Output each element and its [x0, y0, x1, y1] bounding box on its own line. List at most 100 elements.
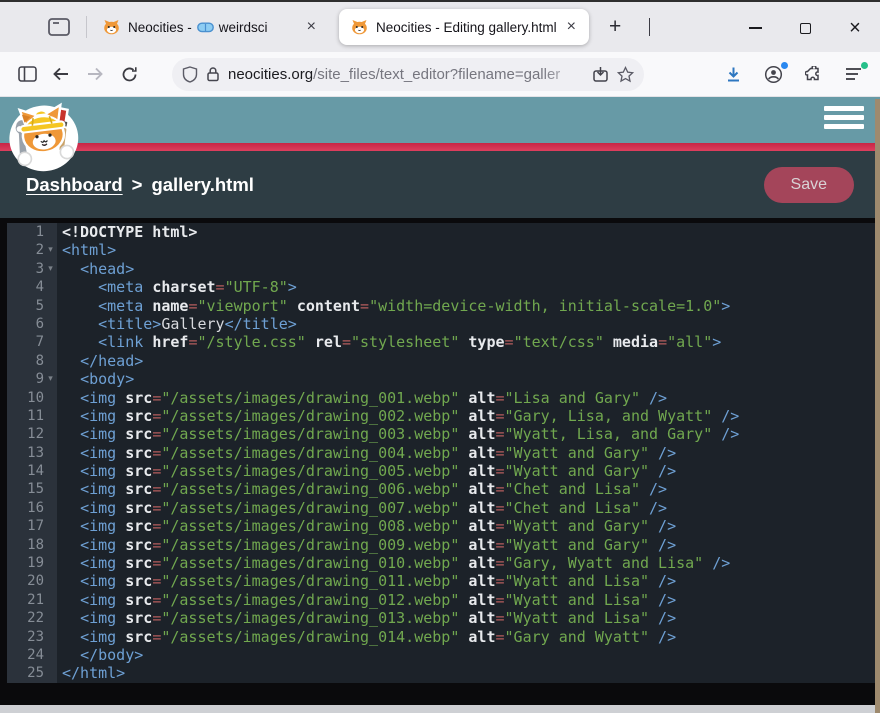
fold-arrow-icon[interactable]: ▾ [44, 370, 57, 388]
update-dot [861, 62, 868, 69]
tab-title: Neocities - Editing gallery.html [376, 20, 556, 35]
minimize-button[interactable] [730, 2, 780, 54]
code-editor[interactable]: 1 2 ▾ 3 ▾ 4 5 6 7 8 9 ▾ 10 11 12 13 14 15 16 17 18 19 20 21 22 23… [0, 218, 880, 705]
tab-divider [86, 16, 87, 38]
horizontal-scrollbar[interactable] [0, 705, 880, 713]
code-line[interactable]: </body> [62, 646, 880, 664]
line-number: 15 [27, 481, 44, 498]
extensions-button[interactable] [796, 59, 830, 89]
codemirror[interactable]: 1 2 ▾ 3 ▾ 4 5 6 7 8 9 ▾ 10 11 12 13 14 15 16 17 18 19 20 21 22 23… [7, 223, 880, 683]
gutter-row: 18 [7, 536, 57, 554]
app-menu-button[interactable] [836, 59, 870, 89]
url-text[interactable]: neocities.org /site_files/text_editor?fi… [228, 65, 584, 83]
code-line[interactable]: <img src="/assets/images/drawing_003.web… [62, 425, 880, 443]
gutter-row: 17 [7, 517, 57, 535]
gutter-row: 24 [7, 646, 57, 664]
code-lines[interactable]: <!DOCTYPE html> <html> <head> <meta chars… [57, 223, 880, 683]
code-line[interactable]: <img src="/assets/images/drawing_013.web… [62, 609, 880, 627]
gutter-row: 12 [7, 425, 57, 443]
gutter-row: 20 [7, 572, 57, 590]
code-line[interactable]: <body> [62, 370, 880, 388]
url-bar[interactable]: neocities.org /site_files/text_editor?fi… [172, 57, 644, 91]
code-line[interactable]: <img src="/assets/images/drawing_011.web… [62, 572, 880, 590]
gutter-row: 3 ▾ [7, 260, 57, 278]
code-line[interactable]: <img src="/assets/images/drawing_004.web… [62, 444, 880, 462]
hamburger-bar [824, 115, 864, 120]
line-number: 12 [27, 426, 44, 443]
close-button[interactable]: × [830, 2, 880, 54]
tab-close-icon[interactable]: × [304, 19, 319, 35]
hamburger-bar [824, 124, 864, 129]
code-line[interactable]: </html> [62, 664, 880, 682]
line-number: 24 [27, 646, 44, 663]
gutter-row: 23 [7, 628, 57, 646]
code-line[interactable]: <img src="/assets/images/drawing_010.web… [62, 554, 880, 572]
account-button[interactable] [756, 59, 790, 89]
tab-title: Neocities - weirdsci [128, 20, 296, 35]
code-line[interactable]: <img src="/assets/images/drawing_005.web… [62, 462, 880, 480]
save-page-icon[interactable] [592, 66, 609, 83]
line-number: 10 [27, 389, 44, 406]
code-line[interactable]: <img src="/assets/images/drawing_007.web… [62, 499, 880, 517]
code-line[interactable]: <head> [62, 260, 880, 278]
tab-weirdsci[interactable]: Neocities - weirdsci × [91, 9, 329, 45]
line-number: 21 [27, 591, 44, 608]
code-line[interactable]: <img src="/assets/images/drawing_008.web… [62, 517, 880, 535]
window-controls: × [730, 2, 880, 54]
code-line[interactable]: <img src="/assets/images/drawing_001.web… [62, 389, 880, 407]
site-menu-button[interactable] [824, 106, 864, 129]
new-tab-button[interactable]: + [603, 15, 627, 39]
firefox-view-button[interactable] [42, 10, 76, 44]
puzzle-icon [804, 65, 819, 80]
reload-button[interactable] [112, 59, 146, 89]
vertical-scrollbar[interactable] [875, 99, 880, 713]
code-line[interactable]: <html> [62, 241, 880, 259]
save-button[interactable]: Save [763, 166, 854, 203]
line-number: 3 [35, 260, 44, 277]
line-number: 17 [27, 518, 44, 535]
notification-dot [781, 62, 788, 69]
forward-button[interactable] [78, 59, 112, 89]
line-number: 2 [35, 242, 44, 259]
maximize-button[interactable] [780, 2, 830, 54]
neocities-cat-logo[interactable] [2, 99, 86, 181]
code-line[interactable]: <meta charset="UTF-8"> [62, 278, 880, 296]
bookmark-star-icon[interactable] [617, 65, 634, 83]
shield-icon[interactable] [182, 65, 198, 83]
tab-close-icon[interactable]: × [564, 19, 579, 35]
sidebar-toggle-button[interactable] [10, 59, 44, 89]
code-line[interactable]: </head> [62, 352, 880, 370]
fold-arrow-icon[interactable]: ▾ [44, 241, 57, 259]
downloads-button[interactable] [716, 59, 750, 89]
tab-editing-gallery[interactable]: Neocities - Editing gallery.html × [339, 9, 589, 45]
gutter-row: 6 [7, 315, 57, 333]
line-number: 20 [27, 573, 44, 590]
code-line[interactable]: <meta name="viewport" content="width=dev… [62, 297, 880, 315]
current-filename: gallery.html [151, 173, 254, 195]
code-line[interactable]: <img src="/assets/images/drawing_012.web… [62, 591, 880, 609]
gutter-row: 5 [7, 297, 57, 315]
goggles-icon [196, 22, 214, 33]
neocities-favicon [351, 19, 368, 35]
list-tabs-button[interactable] [643, 12, 656, 42]
reload-icon [122, 66, 137, 81]
gutter-row: 8 [7, 352, 57, 370]
fold-arrow-icon[interactable]: ▾ [44, 260, 57, 278]
code-line[interactable]: <title>Gallery</title> [62, 315, 880, 333]
code-line[interactable]: <!DOCTYPE html> [62, 223, 880, 241]
lock-icon[interactable] [206, 66, 220, 82]
download-icon [727, 67, 739, 81]
code-line[interactable]: <img src="/assets/images/drawing_014.web… [62, 628, 880, 646]
browser-tab-bar: Neocities - weirdsci × Neocities - Editi… [0, 0, 880, 52]
breadcrumb-separator: > [131, 173, 143, 195]
gutter-row: 13 [7, 444, 57, 462]
tab-title-text-2: weirdsci [218, 19, 268, 35]
maximize-icon [799, 22, 811, 34]
code-line[interactable]: <link href="/style.css" rel="stylesheet"… [62, 333, 880, 351]
code-line[interactable]: <img src="/assets/images/drawing_002.web… [62, 407, 880, 425]
firefox-view-icon [48, 18, 70, 36]
back-button[interactable] [44, 59, 78, 89]
code-line[interactable]: <img src="/assets/images/drawing_006.web… [62, 480, 880, 498]
red-stripe [0, 143, 880, 151]
code-line[interactable]: <img src="/assets/images/drawing_009.web… [62, 536, 880, 554]
